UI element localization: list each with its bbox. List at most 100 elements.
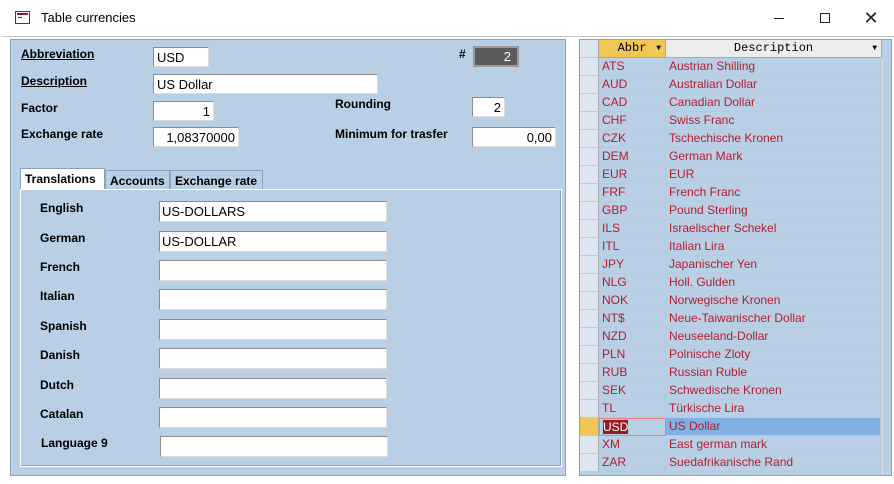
abbr-cell[interactable]: CAD [599,94,666,112]
row-selector[interactable] [580,364,599,382]
row-selector[interactable] [580,220,599,238]
translation-field-language-9[interactable] [160,436,388,457]
row-selector[interactable] [580,436,599,454]
description-cell[interactable]: Pound Sterling [666,202,881,220]
description-cell[interactable]: Neue-Taiwanischer Dollar [666,310,881,328]
table-row[interactable]: TL Türkische Lira [580,400,883,418]
description-cell[interactable]: Japanischer Yen [666,256,881,274]
abbr-cell[interactable]: FRF [599,184,666,202]
description-cell[interactable]: US Dollar [666,418,881,436]
table-row[interactable]: FRF French Franc [580,184,883,202]
description-cell[interactable]: Israelischer Schekel [666,220,881,238]
row-selector[interactable] [580,400,599,418]
table-row[interactable]: JPY Japanischer Yen [580,256,883,274]
exchange-rate-field[interactable]: 1,08370000 [153,127,239,147]
sort-dropdown-icon[interactable]: ▼ [872,40,877,57]
description-cell[interactable]: Austrian Shilling [666,58,881,76]
table-row[interactable]: ATS Austrian Shilling [580,58,883,76]
description-cell[interactable]: German Mark [666,148,881,166]
description-cell[interactable]: East german mark [666,436,881,454]
table-row[interactable]: CAD Canadian Dollar [580,94,883,112]
abbr-cell[interactable]: ZAR [599,454,666,472]
abbr-cell[interactable]: SEK [599,382,666,400]
abbr-cell[interactable]: NZD [599,328,666,346]
abbr-cell[interactable]: PLN [599,346,666,364]
row-selector[interactable] [580,112,599,130]
row-selector[interactable] [580,328,599,346]
table-row[interactable]: CHF Swiss Franc [580,112,883,130]
row-selector[interactable] [580,94,599,112]
description-cell[interactable]: Polnische Zloty [666,346,881,364]
abbr-cell[interactable]: NOK [599,292,666,310]
description-cell[interactable]: Suedafrikanische Rand [666,454,881,472]
translation-field-german[interactable]: US-DOLLAR [159,231,387,252]
table-row[interactable]: GBP Pound Sterling [580,202,883,220]
abbr-cell[interactable]: USD [599,418,666,436]
description-cell[interactable]: Schwedische Kronen [666,382,881,400]
abbr-cell[interactable]: CZK [599,130,666,148]
description-cell[interactable]: Italian Lira [666,238,881,256]
row-selector[interactable] [580,292,599,310]
description-cell[interactable]: Canadian Dollar [666,94,881,112]
abbr-cell[interactable]: EUR [599,166,666,184]
vertical-scrollbar[interactable] [882,58,891,475]
row-selector[interactable] [580,130,599,148]
description-cell[interactable]: Russian Ruble [666,364,881,382]
table-row[interactable]: ITL Italian Lira [580,238,883,256]
abbr-cell[interactable]: AUD [599,76,666,94]
table-row[interactable]: NLG Holl. Gulden [580,274,883,292]
table-row[interactable]: AUD Australian Dollar [580,76,883,94]
abbr-cell[interactable]: TL [599,400,666,418]
table-row[interactable]: ILS Israelischer Schekel [580,220,883,238]
translation-field-english[interactable]: US-DOLLARS [159,201,387,222]
rounding-field[interactable]: 2 [472,97,505,117]
description-cell[interactable]: French Franc [666,184,881,202]
table-row[interactable]: NOK Norwegische Kronen [580,292,883,310]
description-cell[interactable]: Neuseeland-Dollar [666,328,881,346]
table-row[interactable]: XM East german mark [580,436,883,454]
abbr-cell[interactable]: DEM [599,148,666,166]
table-row[interactable]: PLN Polnische Zloty [580,346,883,364]
row-selector[interactable] [580,148,599,166]
tab-exchange-rate[interactable]: Exchange rate [170,170,263,190]
row-selector[interactable] [580,202,599,220]
abbr-cell[interactable]: NLG [599,274,666,292]
description-cell[interactable]: Norwegische Kronen [666,292,881,310]
close-button[interactable]: ✕ [848,0,894,36]
minimize-button[interactable] [756,0,802,36]
row-selector[interactable] [580,256,599,274]
translation-field-danish[interactable] [159,348,387,369]
abbr-cell[interactable]: CHF [599,112,666,130]
tab-translations[interactable]: Translations [20,168,105,190]
sort-dropdown-icon[interactable]: ▼ [656,40,661,57]
row-selector[interactable] [580,418,599,436]
abbreviation-field[interactable]: USD [153,47,209,67]
translation-field-spanish[interactable] [159,319,387,340]
factor-field[interactable]: 1 [153,101,214,121]
maximize-button[interactable] [802,0,848,36]
row-selector[interactable] [580,76,599,94]
table-row[interactable]: DEM German Mark [580,148,883,166]
row-selector[interactable] [580,346,599,364]
translation-field-catalan[interactable] [159,407,387,428]
row-selector[interactable] [580,184,599,202]
translation-field-italian[interactable] [159,289,387,310]
abbr-cell[interactable]: JPY [599,256,666,274]
description-cell[interactable]: Holl. Gulden [666,274,881,292]
translation-field-french[interactable] [159,260,387,281]
table-row[interactable]: USD US Dollar [580,418,883,436]
abbr-cell[interactable]: RUB [599,364,666,382]
row-selector[interactable] [580,238,599,256]
table-row[interactable]: ZAR Suedafrikanische Rand [580,454,883,472]
table-row[interactable]: CZK Tschechische Kronen [580,130,883,148]
select-all-corner[interactable] [580,40,599,58]
abbr-cell[interactable]: GBP [599,202,666,220]
abbr-cell[interactable]: XM [599,436,666,454]
column-header-abbr[interactable]: Abbr ▼ [599,40,666,58]
description-field[interactable]: US Dollar [153,74,378,94]
row-selector[interactable] [580,166,599,184]
table-row[interactable]: NZD Neuseeland-Dollar [580,328,883,346]
description-cell[interactable]: Türkische Lira [666,400,881,418]
abbr-cell[interactable]: ILS [599,220,666,238]
column-header-description[interactable]: Description ▼ [666,40,882,58]
